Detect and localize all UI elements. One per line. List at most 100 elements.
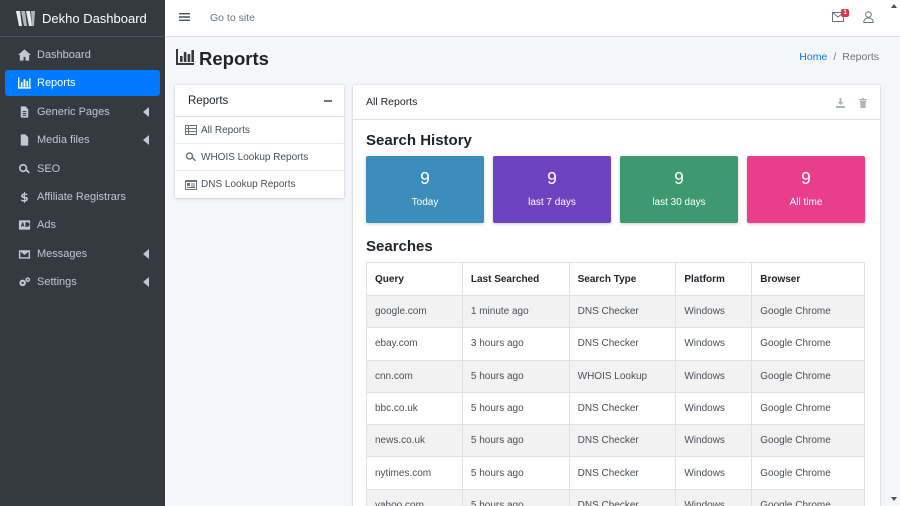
table-row: ebay.com 3 hours ago DNS Checker Windows… <box>366 327 865 361</box>
sidebar-item-dashboard[interactable]: Dashboard <box>5 42 160 68</box>
brand-name: Dekho Dashboard <box>42 10 147 26</box>
sidebar-item-label: Settings <box>37 276 77 289</box>
sidebar-item-label: Media files <box>37 134 90 147</box>
sidebar-item-label: SEO <box>37 162 61 175</box>
breadcrumb-home-link[interactable]: Home <box>799 51 827 63</box>
stat-box-last-30-days: 9 last 30 days <box>620 156 738 223</box>
table-header-row: Query Last Searched Search Type Platform… <box>366 262 865 296</box>
sidebar-item-settings[interactable]: Settings <box>5 269 160 295</box>
report-link-all[interactable]: All Reports <box>175 117 344 144</box>
column-header-query[interactable]: Query <box>366 262 463 296</box>
user-icon[interactable] <box>863 11 874 23</box>
minimize-icon[interactable] <box>324 100 332 102</box>
cell-platform: Windows <box>675 327 753 361</box>
list-icon <box>185 125 197 135</box>
all-reports-card-header: All Reports <box>353 85 880 120</box>
sidebar-item-label: Affiliate Registrars <box>37 190 127 203</box>
cell-search-type: DNS Checker <box>568 456 677 490</box>
report-link-dns[interactable]: DNS Lookup Reports <box>175 171 344 198</box>
cell-platform: Windows <box>675 294 753 329</box>
sidebar-item-label: Generic Pages <box>37 105 110 118</box>
chevron-left-icon[interactable] <box>143 135 149 146</box>
search-icon <box>17 163 31 175</box>
cogs-icon <box>17 276 31 288</box>
sidebar-item-label: Ads <box>37 219 56 232</box>
cell-last-searched: 5 hours ago <box>461 359 570 393</box>
sidebar-item-label: Reports <box>37 77 76 90</box>
cell-last-searched: 5 hours ago <box>461 391 570 426</box>
cell-query: cnn.com <box>366 359 463 393</box>
stat-label: last 7 days <box>528 197 576 208</box>
stat-value: 9 <box>801 168 811 188</box>
download-icon[interactable] <box>836 98 845 108</box>
cell-last-searched: 1 minute ago <box>461 294 570 329</box>
scroll-down-arrow-icon[interactable] <box>891 497 897 501</box>
chevron-left-icon[interactable] <box>143 248 149 259</box>
chevron-left-icon[interactable] <box>143 277 149 288</box>
sidebar-item-ads[interactable]: Ads <box>5 212 160 238</box>
cell-browser: Google Chrome <box>751 359 865 393</box>
report-link-whois[interactable]: WHOIS Lookup Reports <box>175 144 344 171</box>
cell-platform: Windows <box>675 456 753 490</box>
searches-table: Query Last Searched Search Type Platform… <box>366 262 865 506</box>
cell-query: yahoo.com <box>366 488 463 506</box>
breadcrumb-separator: / <box>833 51 837 63</box>
cell-browser: Google Chrome <box>751 424 865 458</box>
cell-search-type: DNS Checker <box>568 327 677 361</box>
sidebar-item-media-files[interactable]: Media files <box>5 127 160 153</box>
column-header-last-searched[interactable]: Last Searched <box>461 262 570 296</box>
table-row: google.com 1 minute ago DNS Checker Wind… <box>366 294 865 329</box>
cell-search-type: WHOIS Lookup <box>568 359 677 393</box>
brand-logo-icon <box>16 10 35 26</box>
table-row: bbc.co.uk 5 hours ago DNS Checker Window… <box>366 391 865 426</box>
page-title: Reports <box>199 48 269 69</box>
table-row: nytimes.com 5 hours ago DNS Checker Wind… <box>366 456 865 490</box>
ad-icon <box>17 219 31 231</box>
cell-search-type: DNS Checker <box>568 424 677 458</box>
reports-menu-card: Reports All Reports WHOIS Lookup Reports… <box>175 85 344 198</box>
cell-last-searched: 3 hours ago <box>461 327 570 361</box>
hamburger-icon[interactable] <box>179 12 190 22</box>
searches-title: Searches <box>366 238 433 255</box>
sidebar-item-messages[interactable]: Messages <box>5 241 160 267</box>
brand[interactable]: Dekho Dashboard <box>0 0 165 37</box>
dollar-icon: $ <box>17 191 31 203</box>
search-icon <box>185 152 197 162</box>
cell-search-type: DNS Checker <box>568 488 677 506</box>
go-to-site-link[interactable]: Go to site <box>210 12 255 24</box>
sidebar-item-seo[interactable]: SEO <box>5 156 160 182</box>
column-header-browser[interactable]: Browser <box>751 262 865 296</box>
svg-text:$: $ <box>20 191 28 203</box>
sidebar-item-affiliate-registrars[interactable]: $ Affiliate Registrars <box>5 184 160 210</box>
sidebar-item-generic-pages[interactable]: Generic Pages <box>5 99 160 125</box>
scroll-up-arrow-icon[interactable] <box>891 4 897 8</box>
cell-query: ebay.com <box>366 327 463 361</box>
chart-bar-icon <box>17 77 31 89</box>
cell-query: google.com <box>366 294 463 329</box>
envelope-icon <box>17 248 31 260</box>
stat-value: 9 <box>674 168 684 188</box>
column-header-search-type[interactable]: Search Type <box>568 262 677 296</box>
report-link-label: DNS Lookup Reports <box>201 179 296 190</box>
search-history-title: Search History <box>366 132 472 149</box>
stat-label: last 30 days <box>652 197 706 208</box>
reports-menu-card-header: Reports <box>175 85 344 117</box>
cell-search-type: DNS Checker <box>568 294 677 329</box>
column-header-platform[interactable]: Platform <box>675 262 753 296</box>
id-card-icon <box>185 179 197 190</box>
cell-browser: Google Chrome <box>751 488 865 506</box>
sidebar-item-label: Dashboard <box>37 49 91 61</box>
sidebar-item-reports[interactable]: Reports <box>5 70 160 97</box>
trash-icon[interactable] <box>859 98 867 108</box>
report-link-label: All Reports <box>201 124 250 136</box>
stat-label: All time <box>789 197 823 208</box>
sidebar-item-label: Messages <box>37 247 88 260</box>
notification-badge: 1 <box>841 9 849 17</box>
cell-last-searched: 5 hours ago <box>461 456 570 490</box>
reports-menu-card-title: Reports <box>188 94 229 107</box>
chevron-left-icon[interactable] <box>143 106 149 117</box>
stat-box-last-7-days: 9 last 7 days <box>493 156 611 223</box>
cell-platform: Windows <box>675 391 753 426</box>
cell-last-searched: 5 hours ago <box>461 424 570 458</box>
file-image-icon <box>17 134 31 146</box>
